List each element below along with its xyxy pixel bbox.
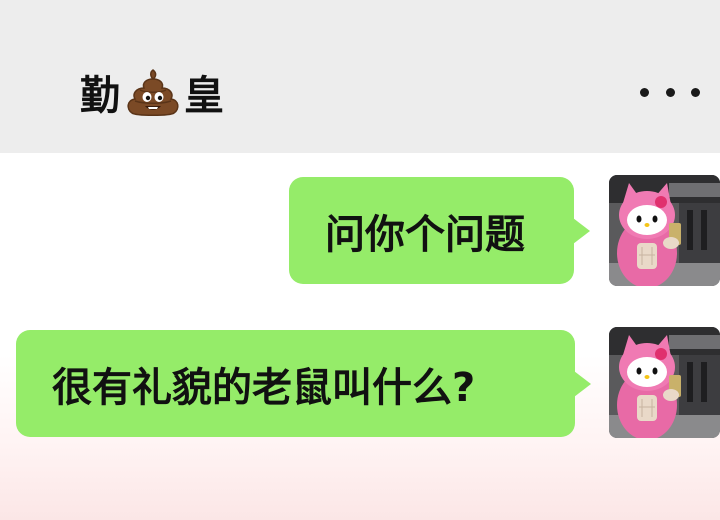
hello-kitty-avatar-icon bbox=[609, 327, 720, 438]
hello-kitty-avatar-icon bbox=[609, 175, 720, 286]
bubble-tail bbox=[574, 370, 591, 397]
message-text: 问你个问题 bbox=[325, 211, 525, 258]
message-bubble[interactable]: 问你个问题 bbox=[289, 177, 590, 284]
user-avatar[interactable] bbox=[609, 327, 720, 438]
more-dots-icon[interactable] bbox=[640, 75, 700, 109]
message-bubble[interactable]: 很有礼貌的老鼠叫什么? bbox=[16, 330, 591, 437]
poo-emoji-icon bbox=[127, 69, 179, 116]
chat-header: 勤 皇 bbox=[0, 0, 720, 153]
title-text-part2: 皇 bbox=[184, 73, 226, 119]
user-avatar[interactable] bbox=[609, 175, 720, 286]
chat-title[interactable]: 勤 皇 bbox=[80, 62, 226, 122]
message-text: 很有礼貌的老鼠叫什么? bbox=[52, 364, 476, 411]
title-text-part1: 勤 bbox=[80, 73, 122, 119]
bubble-tail bbox=[573, 217, 590, 244]
